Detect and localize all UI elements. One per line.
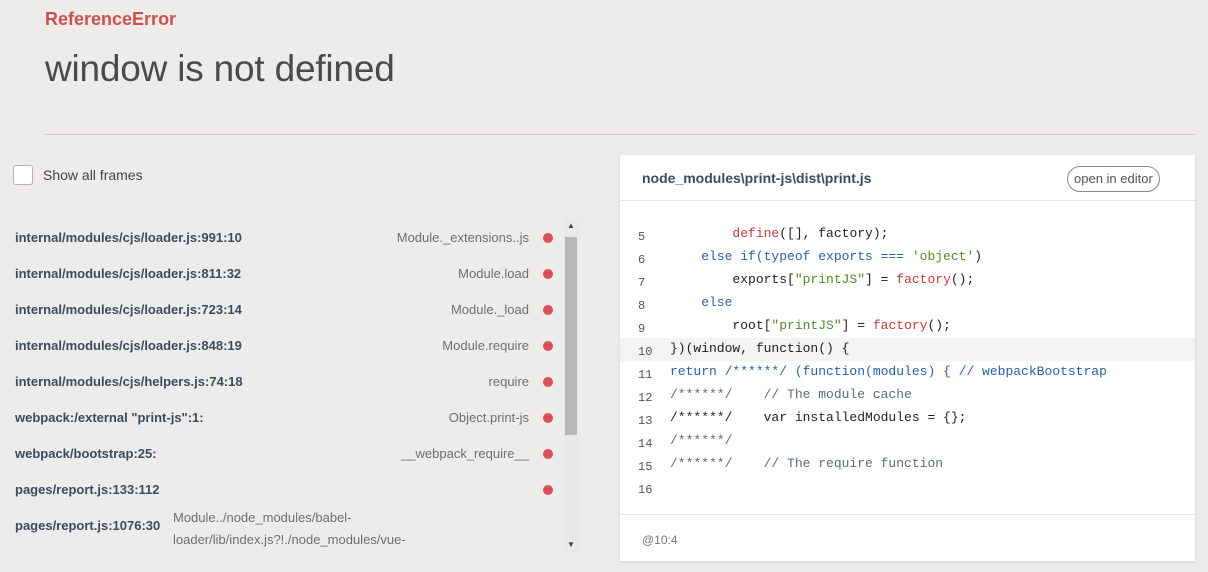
line-number: 8 xyxy=(638,299,646,313)
frame-function: require xyxy=(488,374,529,389)
frames-scrollbar[interactable]: ▲ ▼ xyxy=(564,219,578,552)
frame-function: Module._extensions..js xyxy=(396,230,529,245)
line-number: 7 xyxy=(638,276,646,290)
source-panel: node_modules\print-js\dist\print.js open… xyxy=(620,155,1195,561)
frame-status-dot xyxy=(543,413,553,423)
frame-status-dot xyxy=(543,305,553,315)
stack-frame[interactable]: internal/modules/cjs/loader.js:991:10 Mo… xyxy=(0,219,562,255)
code-line: 12 /******/ // The module cache xyxy=(620,384,1195,407)
frame-function: Module.load xyxy=(458,266,529,281)
stack-frames-list: internal/modules/cjs/loader.js:991:10 Mo… xyxy=(0,219,562,552)
stack-frame[interactable]: pages/report.js:133:112 xyxy=(0,471,562,507)
line-number: 13 xyxy=(638,414,653,428)
line-number: 5 xyxy=(638,230,646,244)
scroll-down-arrow-icon[interactable]: ▼ xyxy=(564,538,578,552)
code-view: 5 define([], factory); 6 else if(typeof … xyxy=(620,223,1195,499)
frame-location: internal/modules/cjs/loader.js:991:10 xyxy=(15,230,242,245)
line-number: 6 xyxy=(638,253,646,267)
divider xyxy=(45,134,1195,135)
code-text: root["printJS"] = factory(); xyxy=(670,318,951,333)
frame-function: Object.print-js xyxy=(448,410,529,425)
frame-status-dot xyxy=(543,233,553,243)
code-text: })(window, function() { xyxy=(670,341,850,356)
code-line: 8 else xyxy=(620,292,1195,315)
stack-frame[interactable]: internal/modules/cjs/helpers.js:74:18 re… xyxy=(0,363,562,399)
line-number: 10 xyxy=(638,345,653,359)
file-path: node_modules\print-js\dist\print.js xyxy=(642,170,872,186)
stack-frame[interactable]: webpack/bootstrap:25: __webpack_require_… xyxy=(0,435,562,471)
code-line: 9 root["printJS"] = factory(); xyxy=(620,315,1195,338)
cursor-position: @10:4 xyxy=(642,533,678,547)
code-text: else if(typeof exports === 'object') xyxy=(670,249,983,264)
frame-location: webpack:/external "print-js":1: xyxy=(15,410,204,425)
frame-location: internal/modules/cjs/loader.js:723:14 xyxy=(15,302,242,317)
stack-frame[interactable]: internal/modules/cjs/loader.js:848:19 Mo… xyxy=(0,327,562,363)
frame-function: Module../node_modules/babel-loader/lib/i… xyxy=(173,510,406,547)
code-line: 14 /******/ xyxy=(620,430,1195,453)
frame-location: webpack/bootstrap:25: xyxy=(15,446,157,461)
frame-location: pages/report.js:1076:30 xyxy=(15,518,161,533)
code-text: /******/ xyxy=(670,433,733,448)
frame-function: Module.require xyxy=(442,338,529,353)
code-text: else xyxy=(670,295,733,310)
code-text: /******/ // The require function xyxy=(670,456,944,471)
show-all-frames-label: Show all frames xyxy=(43,167,143,183)
show-all-frames-toggle[interactable]: Show all frames xyxy=(13,165,143,185)
code-line-active: 10 })(window, function() { xyxy=(620,338,1195,361)
frame-status-dot xyxy=(543,485,553,495)
frame-status-dot xyxy=(543,341,553,351)
code-line: 11 return /******/ (function(modules) { … xyxy=(620,361,1195,384)
frame-location: internal/modules/cjs/loader.js:811:32 xyxy=(15,266,242,281)
open-in-editor-button[interactable]: open in editor xyxy=(1067,166,1160,192)
error-type: ReferenceError xyxy=(45,9,177,29)
code-text: define([], factory); xyxy=(732,226,889,241)
line-number: 16 xyxy=(638,483,653,497)
error-message: window is not defined xyxy=(45,48,395,89)
scroll-up-arrow-icon[interactable]: ▲ xyxy=(564,219,578,233)
line-number: 9 xyxy=(638,322,646,336)
stack-frame[interactable]: internal/modules/cjs/loader.js:723:14 Mo… xyxy=(0,291,562,327)
code-line: 6 else if(typeof exports === 'object') xyxy=(620,246,1195,269)
source-panel-footer: @10:4 xyxy=(620,514,1195,562)
code-line: 13 /******/ var installedModules = {}; xyxy=(620,407,1195,430)
frame-status-dot xyxy=(543,449,553,459)
code-line: 7 exports["printJS"] = factory(); xyxy=(620,269,1195,292)
code-text: /******/ // The module cache xyxy=(670,387,912,402)
line-number: 12 xyxy=(638,391,653,405)
scrollbar-thumb[interactable] xyxy=(565,237,577,435)
code-text: /******/ var installedModules = {}; xyxy=(670,410,967,425)
show-all-frames-checkbox[interactable] xyxy=(13,165,33,185)
code-text: return /******/ (function(modules) { // … xyxy=(670,364,1107,379)
line-number: 11 xyxy=(638,368,653,382)
frame-location: pages/report.js:133:112 xyxy=(15,482,160,497)
line-number: 15 xyxy=(638,460,653,474)
frame-status-dot xyxy=(543,377,553,387)
stack-frame[interactable]: webpack:/external "print-js":1: Object.p… xyxy=(0,399,562,435)
code-text: exports["printJS"] = factory(); xyxy=(670,272,975,287)
frame-function: __webpack_require__ xyxy=(401,446,529,461)
source-panel-header: node_modules\print-js\dist\print.js open… xyxy=(620,155,1195,201)
stack-frame[interactable]: internal/modules/cjs/loader.js:811:32 Mo… xyxy=(0,255,562,291)
frame-function: Module._load xyxy=(450,302,529,317)
frame-status-dot xyxy=(543,269,553,279)
frame-location: internal/modules/cjs/helpers.js:74:18 xyxy=(15,374,243,389)
line-number: 14 xyxy=(638,437,653,451)
code-line: 16 xyxy=(620,476,1195,499)
code-line: 5 define([], factory); xyxy=(620,223,1195,246)
frame-location: internal/modules/cjs/loader.js:848:19 xyxy=(15,338,242,353)
code-line: 15 /******/ // The require function xyxy=(620,453,1195,476)
stack-frame[interactable]: pages/report.js:1076:30 Module../node_mo… xyxy=(0,507,562,552)
